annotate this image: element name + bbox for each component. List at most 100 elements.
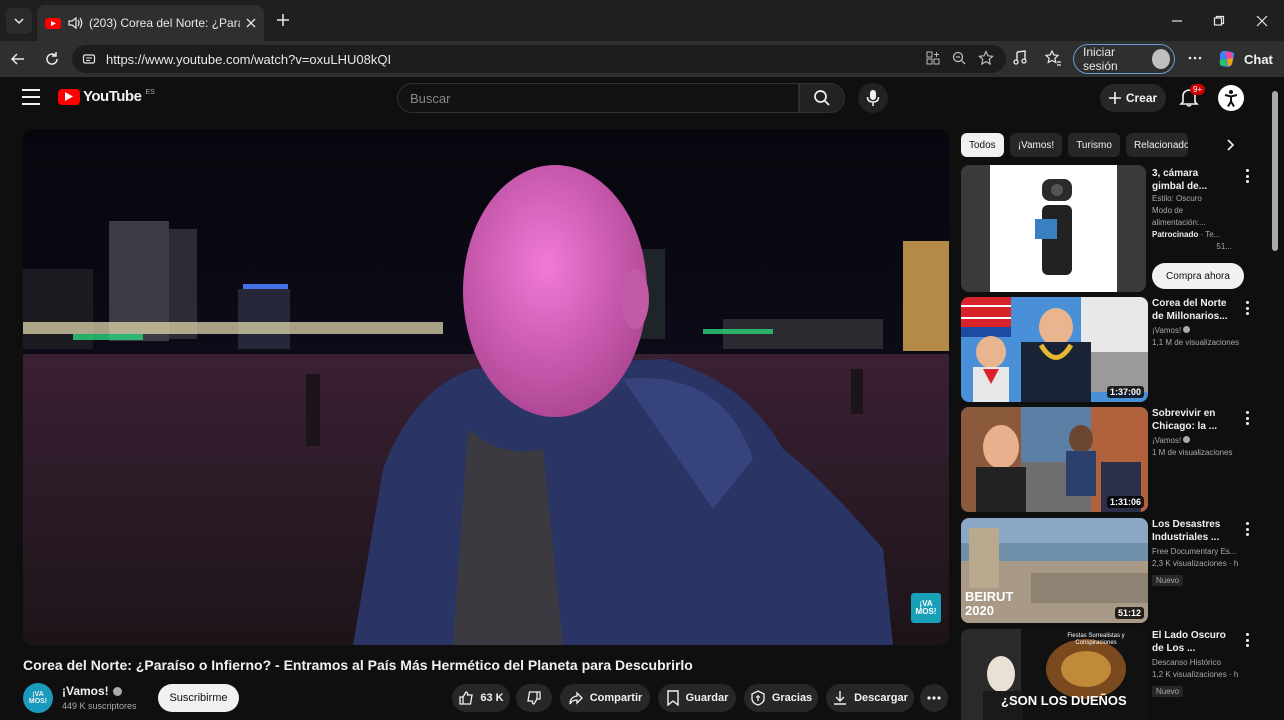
chip-relacionado[interactable]: Relacionado: [1125, 133, 1188, 157]
download-button[interactable]: Descargar: [826, 684, 914, 712]
browser-tab-active[interactable]: (203) Corea del Norte: ¿Paraíso: [37, 5, 264, 41]
recommendation-item[interactable]: 1:37:00 Corea del Norte de Millonarios..…: [961, 297, 1261, 403]
buy-now-button[interactable]: Compra ahora: [1152, 263, 1244, 289]
verified-icon: [1183, 326, 1191, 333]
chips-next-button[interactable]: [1220, 135, 1240, 155]
rec-title[interactable]: El Lado Oscuro de Los ...: [1152, 629, 1252, 655]
rec-thumbnail[interactable]: 1:31:06: [961, 407, 1148, 512]
copilot-icon: [1219, 50, 1235, 67]
create-button[interactable]: Crear: [1100, 84, 1166, 112]
save-button[interactable]: Guardar: [658, 684, 736, 712]
ad-more-icon[interactable]: [1242, 169, 1252, 183]
rec-thumbnail[interactable]: 1:37:00: [961, 297, 1148, 402]
rec-title[interactable]: Sobrevivir en Chicago: la ...: [1152, 407, 1252, 433]
user-avatar[interactable]: [1218, 85, 1244, 111]
rec-title[interactable]: Los Desastres Industriales ...: [1152, 518, 1252, 544]
more-actions-button[interactable]: [920, 684, 948, 712]
close-window-button[interactable]: [1249, 8, 1275, 34]
rec-thumbnail[interactable]: BEIRUT 2020 51:12: [961, 518, 1148, 623]
verified-icon: [112, 686, 122, 696]
share-icon: [569, 691, 583, 705]
thanks-icon: [751, 690, 765, 706]
sponsored-extra: · Te...: [1200, 230, 1221, 239]
rec-channel[interactable]: ¡Vamos!: [1152, 436, 1181, 445]
favorites-icon[interactable]: [1044, 49, 1062, 67]
rec-channel[interactable]: Free Documentary Es...: [1152, 546, 1252, 558]
restore-button[interactable]: [1206, 8, 1232, 34]
thanks-label: Gracias: [771, 692, 813, 704]
recommendation-item[interactable]: Fiestas Surrealistas y Conspiraciones ¿S…: [961, 629, 1261, 720]
rec-more-icon[interactable]: [1242, 411, 1252, 425]
new-badge: Nuevo: [1152, 575, 1184, 586]
rec-more-icon[interactable]: [1242, 301, 1252, 315]
menu-icon[interactable]: [22, 89, 40, 105]
chip-turismo[interactable]: Turismo: [1068, 133, 1120, 157]
zoom-icon[interactable]: [950, 49, 968, 67]
rec-title[interactable]: Corea del Norte de Millonarios...: [1152, 297, 1252, 323]
new-badge: Nuevo: [1152, 686, 1184, 697]
copilot-chat-button[interactable]: Chat: [1216, 45, 1276, 73]
save-label: Guardar: [685, 692, 729, 704]
ad-meta-1: Estilo: Oscuro: [1152, 194, 1202, 203]
chip-todos[interactable]: Todos: [961, 133, 1004, 157]
rec-channel[interactable]: Descanso Histórico: [1152, 657, 1252, 669]
channel-name[interactable]: ¡Vamos!: [62, 684, 122, 698]
youtube-logo[interactable]: YouTube ES: [58, 88, 155, 105]
more-options-icon[interactable]: [1186, 49, 1204, 67]
media-control-icon[interactable]: [1012, 49, 1030, 67]
like-count: 63 K: [480, 692, 504, 704]
reload-button[interactable]: [40, 47, 64, 71]
youtube-page: YouTube ES Buscar Crear 9+ ¡VA MOS! Core…: [4, 77, 1280, 720]
restore-icon: [1213, 15, 1225, 26]
app-available-icon[interactable]: [924, 49, 942, 67]
notifications-button[interactable]: 9+: [1178, 84, 1206, 110]
back-button[interactable]: [6, 47, 30, 71]
search-button[interactable]: [799, 83, 845, 113]
thanks-button[interactable]: Gracias: [744, 684, 818, 712]
site-info-icon[interactable]: [82, 52, 96, 66]
dislike-button[interactable]: [516, 684, 552, 712]
channel-watermark[interactable]: ¡VA MOS!: [911, 593, 941, 623]
sponsored-card[interactable]: 3, cámara gimbal de... Estilo: Oscuro Mo…: [961, 165, 1251, 293]
rec-views: 1,2 K visualizaciones · h: [1152, 670, 1239, 679]
close-tab-icon[interactable]: [246, 18, 256, 28]
favorite-star-icon[interactable]: [977, 49, 995, 67]
url-field[interactable]: https://www.youtube.com/watch?v=oxuLHU08…: [72, 45, 1006, 73]
recommendation-item[interactable]: 1:31:06 Sobrevivir en Chicago: la ... ¡V…: [961, 407, 1261, 513]
voice-search-button[interactable]: [858, 83, 888, 113]
chevron-right-icon: [1227, 139, 1235, 151]
subscribe-button[interactable]: Suscribirme: [158, 684, 239, 712]
search-input[interactable]: Buscar: [397, 83, 799, 113]
tab-title: (203) Corea del Norte: ¿Paraíso: [89, 16, 240, 30]
channel-avatar[interactable]: ¡VA MOS!: [23, 683, 53, 713]
thumbs-down-icon: [527, 691, 541, 705]
recommendation-item[interactable]: BEIRUT 2020 51:12 Los Desastres Industri…: [961, 518, 1261, 624]
chip-vamos[interactable]: ¡Vamos!: [1009, 133, 1063, 157]
like-button[interactable]: 63 K: [452, 684, 510, 712]
minimize-button[interactable]: [1164, 8, 1190, 34]
rec-more-icon[interactable]: [1242, 633, 1252, 647]
ad-thumbnail[interactable]: [961, 165, 1146, 292]
rec-more-icon[interactable]: [1242, 522, 1252, 536]
video-player[interactable]: ¡VA MOS!: [23, 129, 949, 645]
microphone-icon: [866, 90, 880, 106]
accessibility-icon: [1224, 90, 1238, 108]
rec-views: 1 M de visualizaciones: [1152, 448, 1233, 457]
rec-thumbnail[interactable]: Fiestas Surrealistas y Conspiraciones ¿S…: [961, 629, 1148, 720]
plus-icon: [277, 14, 289, 26]
new-tab-button[interactable]: [272, 9, 294, 31]
signin-button[interactable]: Iniciar sesión: [1073, 44, 1175, 74]
channel-name-text: ¡Vamos!: [62, 684, 109, 698]
tab-list-button[interactable]: [6, 7, 32, 34]
search-icon: [814, 90, 830, 106]
rec-channel[interactable]: ¡Vamos!: [1152, 326, 1181, 335]
create-label: Crear: [1125, 91, 1158, 105]
address-toolbar: https://www.youtube.com/watch?v=oxuLHU08…: [0, 41, 1284, 77]
share-button[interactable]: Compartir: [560, 684, 650, 712]
ad-title[interactable]: 3, cámara gimbal de...: [1152, 167, 1232, 193]
speaker-icon[interactable]: [67, 16, 83, 30]
share-label: Compartir: [589, 692, 643, 704]
subscriber-count: 449 K suscriptores: [62, 701, 137, 711]
page-scrollbar[interactable]: [1272, 91, 1278, 251]
rec-thumb-text: ¿SON LOS DUEÑOS: [1001, 693, 1127, 708]
